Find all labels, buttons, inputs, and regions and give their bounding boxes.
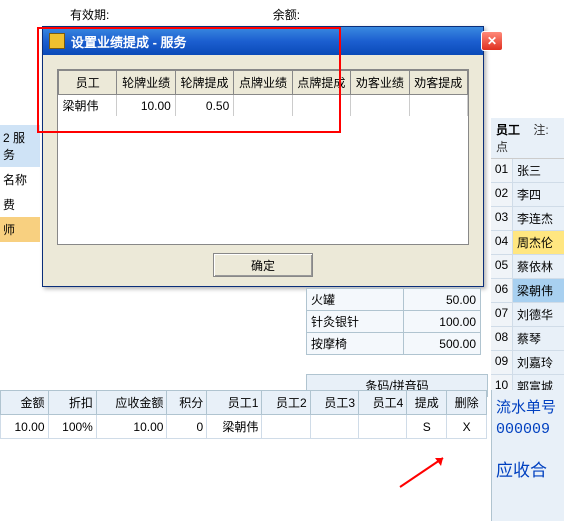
dialog-titlebar[interactable]: 设置业绩提成 - 服务 ✕ [43, 27, 483, 55]
grid-header: 点牌提成 [292, 71, 350, 95]
sidebar-tech[interactable]: 师 [0, 217, 40, 242]
order-cell [262, 415, 310, 439]
dialog-title: 设置业绩提成 - 服务 [71, 32, 187, 51]
commission-dialog: 设置业绩提成 - 服务 ✕ 员工轮牌业绩轮牌提成点牌业绩点牌提成劝客业绩劝客提成… [42, 26, 484, 287]
employee-row[interactable]: 03李连杰 [491, 207, 564, 231]
ok-button[interactable]: 确定 [213, 253, 313, 277]
commission-link[interactable]: S [407, 415, 447, 439]
employee-row[interactable]: 01张三 [491, 159, 564, 183]
order-header: 员工4 [359, 391, 407, 415]
employee-row[interactable]: 02李四 [491, 183, 564, 207]
close-icon: ✕ [487, 34, 497, 48]
price-row[interactable]: 火罐50.00 [307, 289, 481, 311]
close-button[interactable]: ✕ [481, 31, 503, 51]
order-table[interactable]: 金额折扣应收金额积分员工1员工2员工3员工4提成删除 10.00100%10.0… [0, 390, 487, 439]
order-header: 员工3 [310, 391, 358, 415]
order-cell: 100% [48, 415, 96, 439]
order-cell [359, 415, 407, 439]
order-header: 金额 [1, 391, 49, 415]
price-row[interactable]: 按摩椅500.00 [307, 333, 481, 355]
order-header: 员工1 [207, 391, 262, 415]
order-cell: 10.00 [1, 415, 49, 439]
grid-header: 轮牌提成 [175, 71, 233, 95]
order-header: 折扣 [48, 391, 96, 415]
serial-label: 流水单号 [496, 396, 560, 417]
employee-row[interactable]: 08蔡琴 [491, 327, 564, 351]
commission-grid[interactable]: 员工轮牌业绩轮牌提成点牌业绩点牌提成劝客业绩劝客提成 梁朝伟10.000.50 [57, 69, 469, 245]
grid-header: 劝客业绩 [351, 71, 409, 95]
order-header: 提成 [407, 391, 447, 415]
employee-row[interactable]: 04周杰伦 [491, 231, 564, 255]
employee-row[interactable]: 06梁朝伟 [491, 279, 564, 303]
serial-value: 000009 [496, 421, 560, 438]
employee-row[interactable]: 05蔡依林 [491, 255, 564, 279]
grid-header: 员工 [59, 71, 117, 95]
order-header: 删除 [447, 391, 487, 415]
sidebar-fee: 费 [0, 192, 40, 217]
employee-header: 员工 [496, 123, 520, 137]
order-cell: 10.00 [96, 415, 167, 439]
sidebar-service[interactable]: 2 服务 [0, 125, 40, 167]
valid-label: 有效期: [70, 6, 109, 23]
price-row[interactable]: 针灸银针100.00 [307, 311, 481, 333]
grid-header: 轮牌业绩 [117, 71, 175, 95]
order-header: 应收金额 [96, 391, 167, 415]
grid-header: 劝客提成 [409, 71, 467, 95]
order-header: 员工2 [262, 391, 310, 415]
employee-panel: 员工 注:点 01张三02李四03李连杰04周杰伦05蔡依林06梁朝伟07刘德华… [491, 118, 564, 423]
balance-label: 余额: [273, 6, 300, 23]
left-sidebar: 2 服务 名称 费 师 [0, 125, 40, 242]
order-cell: 梁朝伟 [207, 415, 262, 439]
employee-row[interactable]: 09刘嘉玲 [491, 351, 564, 375]
grid-row[interactable]: 梁朝伟10.000.50 [59, 95, 468, 117]
employee-row[interactable]: 07刘德华 [491, 303, 564, 327]
price-list[interactable]: 火罐50.00针灸银针100.00按摩椅500.00 [306, 288, 481, 355]
delete-link[interactable]: X [447, 415, 487, 439]
dialog-icon [49, 33, 65, 49]
order-header: 积分 [167, 391, 207, 415]
order-cell [310, 415, 358, 439]
order-cell: 0 [167, 415, 207, 439]
summary-panel: 流水单号 000009 应收合 [491, 390, 564, 521]
annotation-arrow [395, 452, 455, 492]
sidebar-name: 名称 [0, 167, 40, 192]
due-label: 应收合 [496, 456, 560, 481]
grid-header: 点牌业绩 [234, 71, 292, 95]
